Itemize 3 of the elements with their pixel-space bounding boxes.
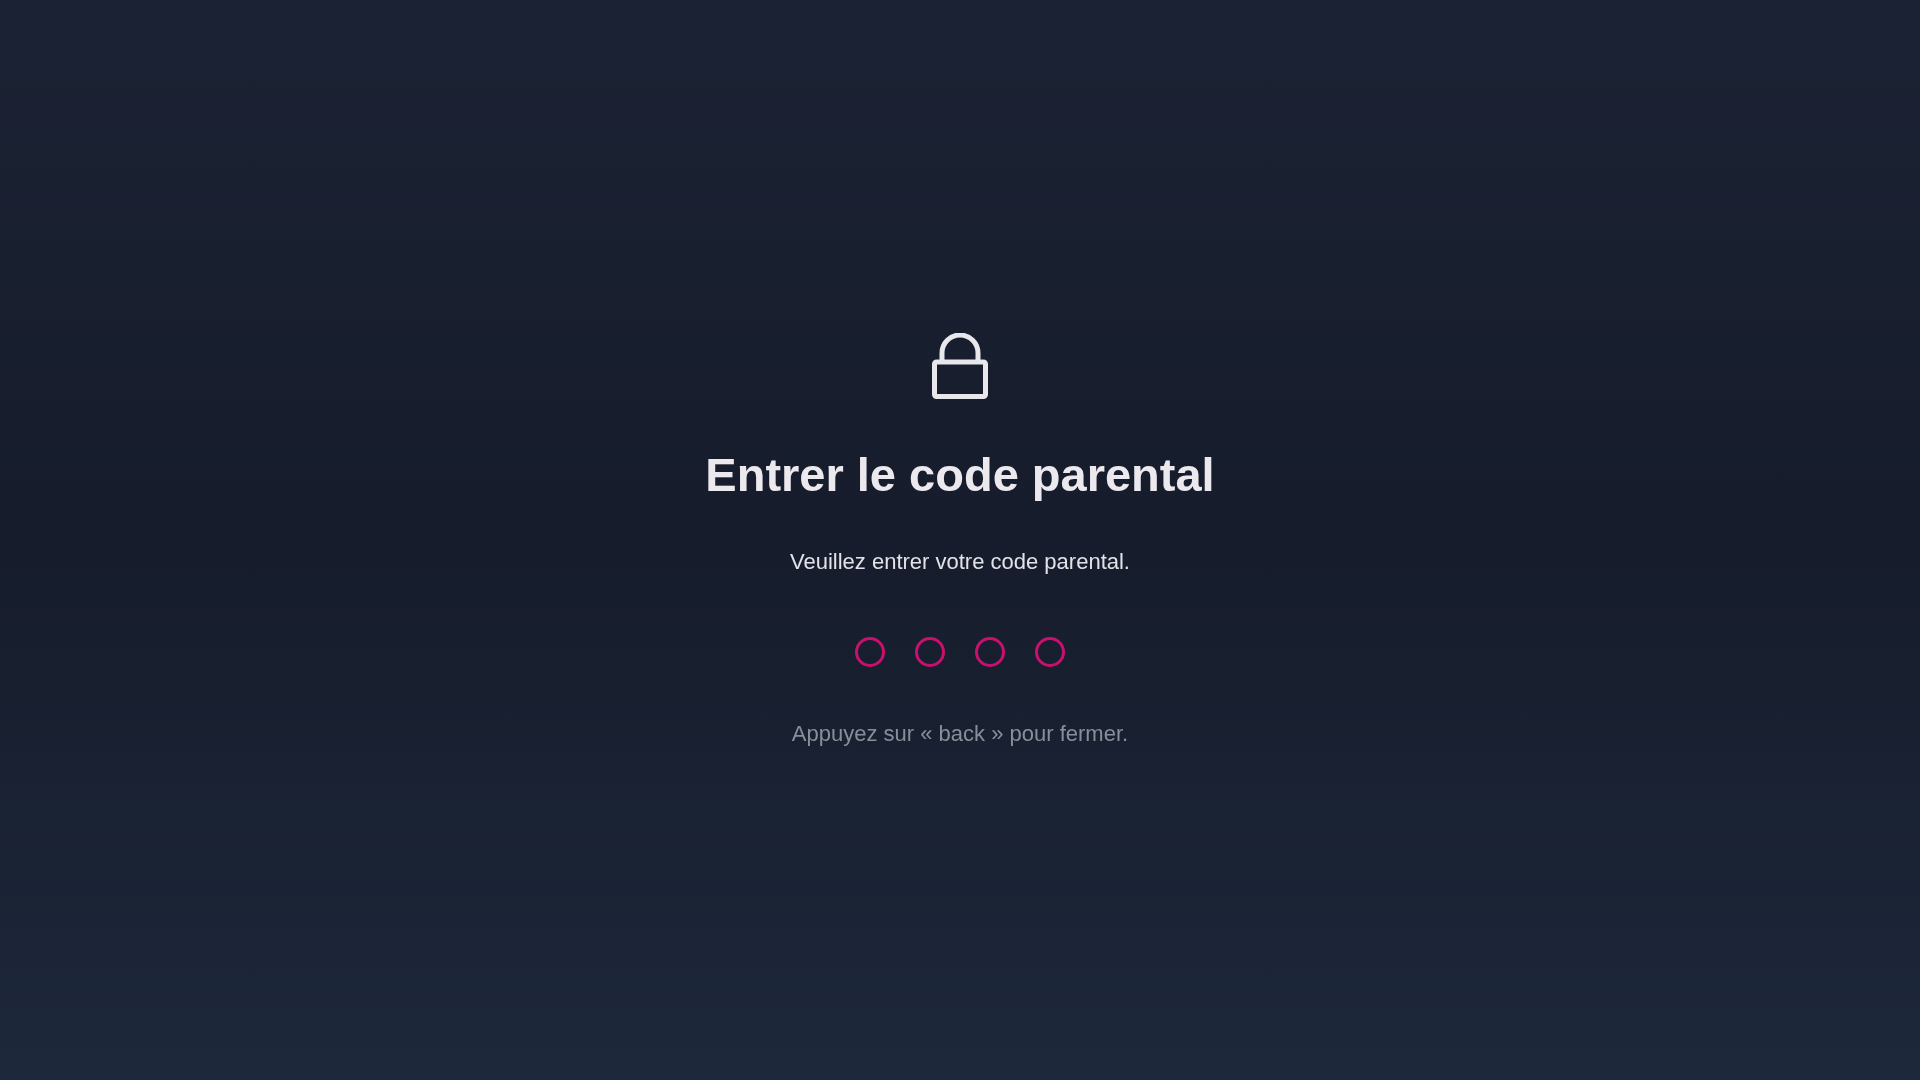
close-hint: Appuyez sur « back » pour fermer.	[791, 723, 1129, 745]
lock-icon	[932, 333, 988, 399]
instruction-text: Veuillez entrer votre code parental.	[790, 551, 1130, 573]
